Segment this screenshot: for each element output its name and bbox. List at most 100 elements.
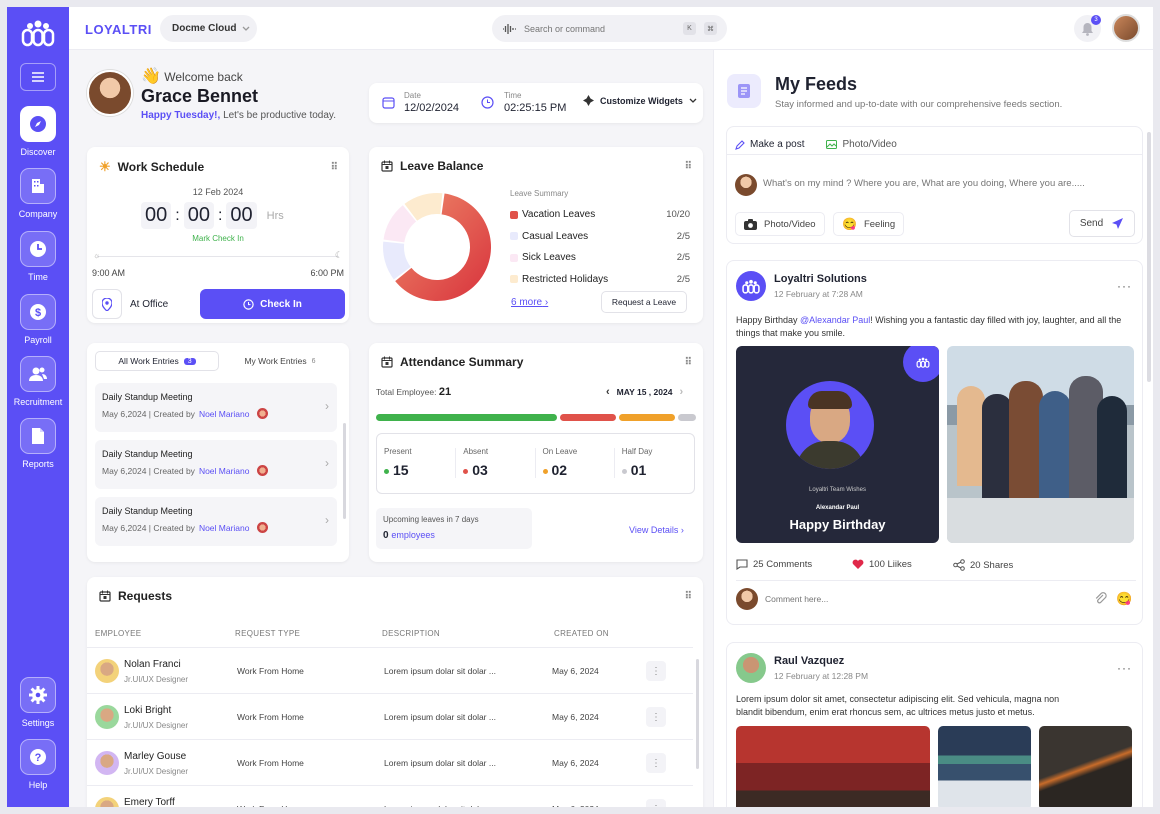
post-options-button[interactable]: ··· (1117, 661, 1132, 675)
leave-summary-item: Casual Leaves 2/5 (510, 226, 690, 248)
post-author[interactable]: Raul Vazquez (774, 655, 844, 667)
requests-scrollbar[interactable] (696, 659, 699, 769)
feeling-button[interactable]: 😋 Feeling (833, 212, 905, 236)
post-photo-forest[interactable] (736, 726, 930, 807)
employees-link[interactable]: employees (391, 530, 435, 540)
post-photo-night-road[interactable] (1039, 726, 1132, 807)
menu-toggle-button[interactable] (20, 63, 56, 91)
sidebar-item-recruitment[interactable]: Recruitment (7, 356, 69, 407)
loyaltri-logo-icon[interactable] (21, 19, 55, 47)
mark-check-in-link[interactable]: Mark Check In (87, 234, 349, 243)
entries-scrollbar[interactable] (343, 423, 346, 519)
drag-handle-icon[interactable]: ⠿ (331, 162, 338, 173)
drag-handle-icon[interactable]: ⠿ (685, 161, 692, 172)
location-pin-icon (92, 289, 122, 319)
requests-table-header: EMPLOYEE REQUEST TYPE DESCRIPTION CREATE… (95, 629, 609, 638)
search-bar[interactable]: K ⌘ (492, 15, 727, 42)
workspace-name: Docme Cloud (172, 23, 237, 34)
work-entry-item[interactable]: Daily Standup Meeting May 6,2024 | Create… (95, 383, 337, 432)
author-link[interactable]: Noel Mariano (199, 466, 250, 476)
sidebar-item-help[interactable]: ? Help (7, 739, 69, 790)
send-icon (1112, 218, 1124, 229)
prev-date-button[interactable]: ‹ (606, 386, 610, 398)
workspace-selector[interactable]: Docme Cloud (160, 15, 257, 42)
leave-summary-label: Leave Summary (510, 189, 569, 198)
table-row[interactable]: Loki Bright Jr.UI/UX Designer Work From Ho… (87, 693, 693, 739)
leave-summary-item: Restricted Holidays 2/5 (510, 269, 690, 291)
photo-video-button[interactable]: Photo/Video (735, 212, 825, 236)
row-options-button[interactable]: ⋮ (646, 661, 666, 681)
share-button[interactable]: 20 Shares (953, 559, 1013, 571)
calendar-icon (381, 160, 393, 172)
legend-swatch (510, 275, 518, 284)
photo-video-tab[interactable]: Photo/Video (826, 135, 897, 154)
tab-my-work-entries[interactable]: My Work Entries 6 (219, 351, 341, 371)
chevron-right-icon: › (325, 456, 329, 470)
celebration-photo[interactable] (947, 346, 1134, 543)
sidebar-item-label: Company (18, 209, 58, 219)
author-link[interactable]: Noel Mariano (199, 409, 250, 419)
sidebar-item-reports[interactable]: Reports (7, 418, 69, 469)
check-in-button[interactable]: Check In (200, 289, 345, 319)
work-entry-item[interactable]: Daily Standup Meeting May 6,2024 | Create… (95, 497, 337, 546)
request-leave-button[interactable]: Request a Leave (601, 291, 687, 313)
sidebar-item-label: Reports (22, 459, 54, 469)
customize-widgets-button[interactable]: Customize Widgets (583, 95, 697, 106)
timer-display: 00: 00: 00 Hrs (141, 202, 284, 229)
drag-handle-icon[interactable]: ⠿ (685, 591, 692, 602)
welcome-greeting: 👋 Welcome back (141, 68, 243, 85)
dollar-icon: $ (30, 304, 46, 320)
search-input[interactable] (524, 23, 675, 34)
timer-hours: 00 (141, 202, 172, 229)
location-selector[interactable]: At Office (92, 289, 192, 319)
birthday-card-image[interactable]: Loyaltri Team Wishes Alexandar Paul Happ… (736, 346, 939, 543)
sidebar-item-payroll[interactable]: $ Payroll (7, 294, 69, 345)
sidebar-item-company[interactable]: Company (7, 168, 69, 219)
row-options-button[interactable]: ⋮ (646, 707, 666, 727)
author-link[interactable]: Noel Mariano (199, 523, 250, 533)
send-post-button[interactable]: Send (1069, 210, 1135, 237)
sidebar-item-time[interactable]: Time (7, 231, 69, 282)
sunrise-icon: ☼ (93, 251, 101, 260)
next-date-button[interactable]: › (679, 386, 683, 398)
sidebar-item-discover[interactable]: Discover (7, 106, 69, 157)
make-post-tab[interactable]: Make a post (735, 135, 804, 154)
attachment-icon[interactable] (1094, 592, 1108, 606)
row-options-button[interactable]: ⋮ (646, 753, 666, 773)
user-avatar[interactable] (1112, 14, 1140, 42)
hamburger-icon (32, 72, 44, 82)
like-button[interactable]: 100 Liikes (852, 559, 912, 570)
more-leaves-link[interactable]: 6 more › (511, 297, 548, 308)
sidebar-item-settings[interactable]: Settings (7, 677, 69, 728)
legend-swatch (510, 253, 518, 262)
leave-summary-list: Vacation Leaves 10/20 Casual Leaves 2/5 Sick… (510, 204, 690, 290)
post-input[interactable] (763, 178, 1133, 189)
tab-all-work-entries[interactable]: All Work Entries 3 (95, 351, 219, 371)
emoji-picker-icon[interactable]: 😋 (1116, 591, 1132, 607)
view-details-link[interactable]: View Details › (629, 525, 684, 535)
post-photo-aurora[interactable] (938, 726, 1031, 807)
card-title: Happy Birthday (789, 517, 886, 532)
row-options-button[interactable]: ⋮ (646, 799, 666, 807)
feed-scrollbar[interactable] (1147, 132, 1151, 382)
mention-link[interactable]: @Alexandar Paul (800, 315, 870, 325)
comment-input[interactable] (765, 594, 1065, 604)
document-icon (32, 428, 44, 444)
drag-handle-icon[interactable]: ⠿ (685, 357, 692, 368)
comments-button[interactable]: 25 Comments (736, 559, 812, 570)
request-description: Lorem ipsum dolar sit dolar ... (384, 712, 496, 722)
work-entry-item[interactable]: Daily Standup Meeting May 6,2024 | Create… (95, 440, 337, 489)
users-icon (29, 367, 47, 381)
request-description: Lorem ipsum dolar sit dolar ... (384, 758, 496, 768)
post-author[interactable]: Loyaltri Solutions (774, 273, 867, 285)
table-row[interactable]: Nolan Franci Jr.UI/UX Designer Work From H… (87, 647, 693, 693)
notifications-button[interactable]: 3 (1074, 15, 1101, 42)
sidebar-item-label: Time (28, 272, 48, 282)
table-row[interactable]: Marley Gouse Jr.UI/UX Designer Work From H… (87, 739, 693, 785)
widgets-icon (583, 95, 594, 106)
chevron-right-icon: › (325, 513, 329, 527)
upcoming-leaves-box: Upcoming leaves in 7 days 0 employees (376, 508, 532, 549)
table-row[interactable]: Emery TorffJr.UI/UX DesignerWork From Ho… (87, 785, 693, 807)
post-options-button[interactable]: ··· (1117, 279, 1132, 293)
leave-balance-card: Leave Balance ⠿ Leave Summary Vacation L… (369, 147, 703, 323)
